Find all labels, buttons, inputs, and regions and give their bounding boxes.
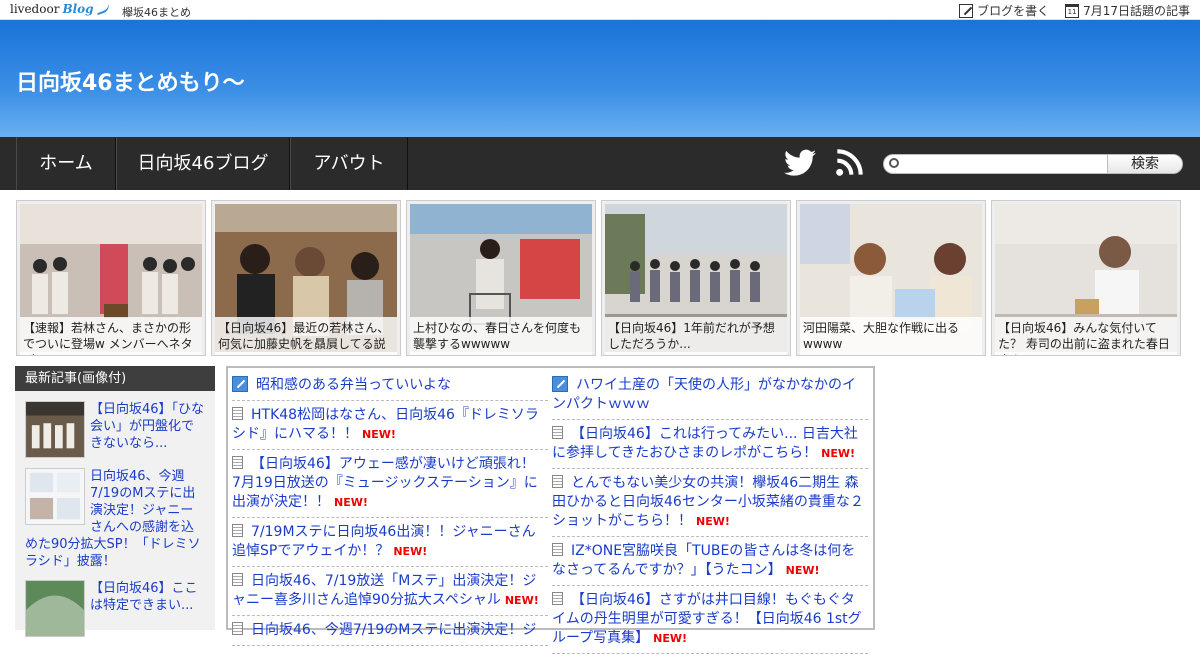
sidebar-article-link[interactable]: 【日向坂46】「ひな会い」が円盤化できないなら... [90, 402, 204, 451]
write-blog-label: ブログを書く [977, 4, 1050, 18]
pencil-icon [552, 376, 568, 392]
thumbnail-caption: 【日向坂46】みんな気付いてた？ 寿司の出前に盗まれた春日さん [995, 317, 1177, 355]
document-icon [232, 622, 243, 635]
pencil-icon [959, 3, 974, 18]
site-title[interactable]: 日向坂46まとめもり～ [16, 65, 245, 97]
article-title: 昭和感のある弁当っていいよな [256, 377, 452, 393]
nav-about[interactable]: アバウト [290, 137, 408, 190]
search-form: 検索 [883, 154, 1183, 174]
new-badge: NEW! [696, 515, 730, 528]
document-icon [232, 524, 243, 537]
document-icon [232, 456, 243, 469]
article-column-left: 昭和感のある弁当っていいよな HTK48松岡はなさん、日向坂46『ドレミソラシド』… [232, 374, 548, 649]
article-item[interactable]: 昭和感のある弁当っていいよな [232, 374, 548, 401]
topic-articles-link[interactable]: 11 7月17日話題の記事 [1065, 2, 1190, 19]
feather-icon [94, 2, 111, 16]
sidebar-article[interactable]: 【日向坂46】ここは特定できまい... [15, 570, 215, 637]
document-icon [552, 426, 563, 439]
document-icon [232, 573, 243, 586]
search-input[interactable] [883, 154, 1108, 174]
article-item[interactable]: HTK48松岡はなさん、日向坂46『ドレミソラシド』にハマる！！ NEW! [232, 404, 548, 450]
write-blog-link[interactable]: ブログを書く [959, 2, 1049, 19]
article-title: ハワイ土産の「天使の人形」がなかなかのインパクトｗｗｗ [552, 377, 856, 412]
article-item[interactable]: 日向坂46、今週7/19のMステに出演決定！ジ [232, 619, 548, 646]
sidebar-article-link[interactable]: 【日向坂46】ここは特定できまい... [90, 581, 198, 613]
livedoor-blog-logo[interactable]: livedoor Blog [10, 2, 111, 16]
new-badge: NEW! [504, 594, 539, 607]
search-button[interactable]: 検索 [1107, 154, 1183, 174]
thumbnail-caption: 【日向坂46】1年前だれが予想しただろうか... [605, 317, 787, 355]
article-item[interactable]: 7/19Mステに日向坂46出演！！ジャニーさん追悼SPでアウェイか！？ NEW! [232, 521, 548, 567]
new-badge: NEW! [362, 428, 396, 441]
pencil-icon [232, 376, 248, 392]
featured-item[interactable]: 【日向坂46】最近の若林さん、何気に加藤史帆を贔屓してる説 [211, 200, 401, 356]
featured-item[interactable]: 【日向坂46】1年前だれが予想しただろうか... [601, 200, 791, 356]
new-badge: NEW! [821, 447, 856, 460]
new-badge: NEW! [785, 564, 820, 577]
thumbnail-caption: 河田陽菜、大胆な作戦に出るwwww [800, 317, 982, 355]
document-icon [552, 543, 563, 556]
article-column-right: ハワイ土産の「天使の人形」がなかなかのインパクトｗｗｗ 【日向坂46】これは行って… [552, 374, 868, 657]
article-item[interactable]: 【日向坂46】さすがは井口目線！もぐもぐタイムの丹生明里が可愛すぎる！【日向坂4… [552, 589, 868, 654]
top-bar: livedoor Blog 欅坂46まとめ ブログを書く 11 7月17日話題の記… [0, 0, 1200, 20]
sidebar-article[interactable]: 日向坂46、今週7/19のMステに出演決定！ジャニーさんへの感謝を込めた90分拡… [15, 458, 215, 570]
nav-hinatazaka-blog[interactable]: 日向坂46ブログ [116, 137, 290, 190]
article-item[interactable]: 日向坂46、7/19放送「Mステ」出演決定！ジャニー喜多川さん追悼90分拡大スペ… [232, 570, 548, 616]
article-item[interactable]: 【日向坂46】これは行ってみたい... 日吉大社に参拝してきたおひさまのレポがこ… [552, 423, 868, 469]
sidebar-thumbnail [25, 401, 85, 458]
thumbnail-caption: 【日向坂46】最近の若林さん、何気に加藤史帆を贔屓してる説 [215, 317, 397, 355]
article-title: 【日向坂46】これは行ってみたい... 日吉大社に参拝してきたおひさまのレポがこ… [552, 426, 858, 461]
article-title: 7/19Mステに日向坂46出演！！ジャニーさん追悼SPでアウェイか！？ [232, 524, 536, 559]
article-item[interactable]: とんでもない美少女の共演！欅坂46二期生 森田ひかると日向坂46センター小坂菜緒… [552, 472, 868, 537]
article-item[interactable]: 【日向坂46】アウェー感が凄いけど頑張れ！ 7月19日放送の『ミュージックステー… [232, 453, 548, 518]
site-header: 日向坂46まとめもり～ [0, 20, 1200, 137]
article-item[interactable]: IZ*ONE宮脇咲良「TUBEの皆さんは冬は何をなさってるんですか？」【うたコン… [552, 540, 868, 586]
sidebar-article[interactable]: 【日向坂46】「ひな会い」が円盤化できないなら... [15, 391, 215, 458]
logo-text: livedoor [10, 2, 60, 16]
new-badge: NEW! [334, 496, 368, 509]
article-title: 日向坂46、今週7/19のMステに出演決定！ジ [251, 622, 537, 638]
article-list: 昭和感のある弁当っていいよな HTK48松岡はなさん、日向坂46『ドレミソラシド』… [226, 366, 875, 654]
new-badge: NEW! [393, 545, 428, 558]
sidebar-heading: 最新記事(画像付) [15, 366, 215, 391]
rss-icon[interactable] [835, 149, 863, 177]
search-icon [889, 158, 899, 168]
new-badge: NEW! [653, 632, 688, 645]
document-icon [552, 592, 563, 605]
featured-item[interactable]: 河田陽菜、大胆な作戦に出るwwww [796, 200, 986, 356]
twitter-icon[interactable] [784, 149, 816, 177]
nav-home[interactable]: ホーム [16, 137, 116, 190]
topic-articles-label: 7月17日話題の記事 [1083, 4, 1190, 18]
featured-item[interactable]: 【日向坂46】みんな気付いてた？ 寿司の出前に盗まれた春日さん [991, 200, 1181, 356]
logo-blog-text: Blog [62, 2, 94, 16]
thumbnail-caption: 上村ひなの、春日さんを何度も襲撃するwwwww [410, 317, 592, 355]
featured-item[interactable]: 上村ひなの、春日さんを何度も襲撃するwwwww [406, 200, 596, 356]
document-icon [552, 475, 563, 488]
sidebar-thumbnail [25, 468, 85, 525]
thumbnail-caption: 【速報】若林さん、まさかの形でついに登場w メンバーへネタバラシ [20, 317, 202, 355]
article-item[interactable]: ハワイ土産の「天使の人形」がなかなかのインパクトｗｗｗ [552, 374, 868, 420]
latest-articles-sidebar: 最新記事(画像付) 【日向坂46】「ひな会い」が円盤化できないなら... 日向坂… [15, 366, 215, 637]
calendar-icon: 11 [1065, 3, 1080, 18]
article-title: 【日向坂46】アウェー感が凄いけど頑張れ！ 7月19日放送の『ミュージックステー… [232, 456, 538, 510]
featured-thumbnails: 【速報】若林さん、まさかの形でついに登場w メンバーへネタバラシ 【日向坂46】… [16, 200, 1181, 356]
featured-item[interactable]: 【速報】若林さん、まさかの形でついに登場w メンバーへネタバラシ [16, 200, 206, 356]
article-title: 日向坂46、7/19放送「Mステ」出演決定！ジャニー喜多川さん追悼90分拡大スペ… [232, 573, 537, 608]
article-title: 【日向坂46】さすがは井口目線！もぐもぐタイムの丹生明里が可愛すぎる！【日向坂4… [552, 592, 862, 646]
document-icon [232, 407, 243, 420]
sidebar-thumbnail [25, 580, 85, 637]
related-site-link[interactable]: 欅坂46まとめ [122, 4, 191, 20]
